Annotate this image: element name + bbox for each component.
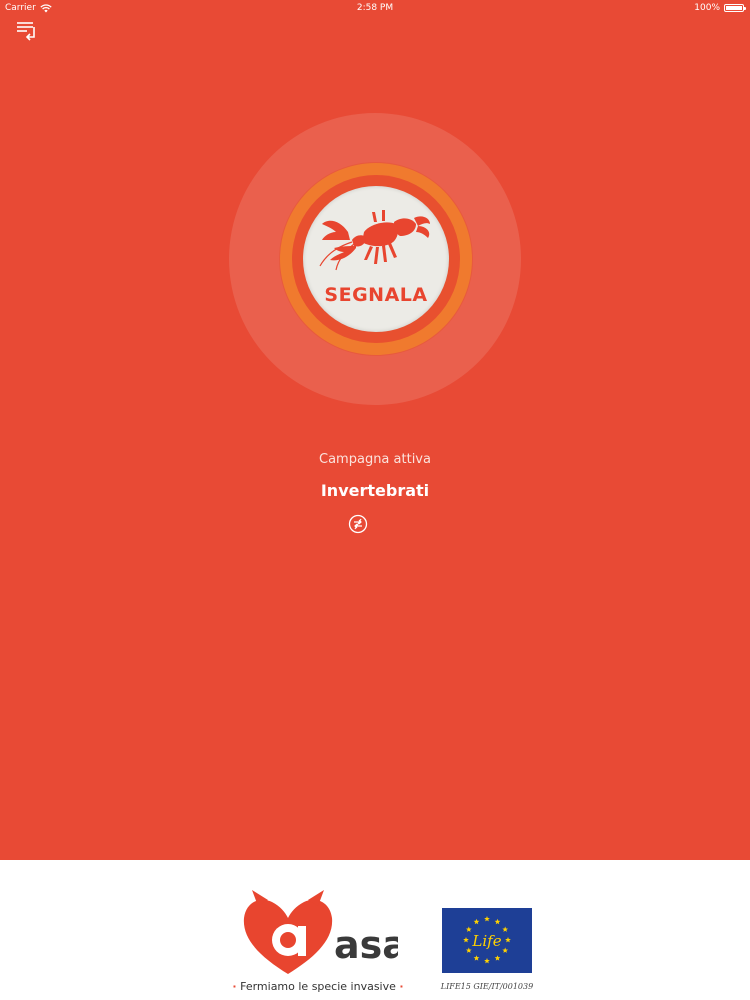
eu-life-logo: Life — [442, 908, 532, 973]
battery-level — [726, 6, 742, 10]
lobster-icon — [319, 210, 430, 271]
switch-campaign-icon — [348, 514, 368, 534]
life-project-code: LIFE15 GIE/IT/001039 — [440, 982, 534, 991]
asap-logo-text: asap — [334, 923, 398, 967]
menu-button[interactable] — [14, 18, 40, 44]
campaign-caption: Campagna attiva — [319, 452, 431, 467]
slogan-dot-left: · — [232, 980, 237, 993]
report-label: SEGNALA — [324, 284, 428, 306]
status-bar: Carrier 2:58 PM 100% — [0, 0, 750, 16]
slogan-text: Fermiamo le specie invasive — [240, 980, 396, 993]
eu-life-text: Life — [471, 932, 501, 950]
battery-icon — [724, 4, 746, 12]
status-right: 100% — [694, 0, 746, 16]
switch-campaign-button[interactable] — [348, 514, 368, 534]
footer: asap · Fermiamo le specie invasive · Lif… — [0, 860, 750, 1000]
report-button[interactable]: SEGNALA — [303, 186, 449, 332]
battery-percent: 100% — [694, 3, 720, 13]
menu-list-icon — [17, 22, 35, 41]
app-screen: Carrier 2:58 PM 100% SEGNALA Campagna at… — [0, 0, 750, 1000]
campaign-name: Invertebrati — [320, 481, 430, 500]
status-time: 2:58 PM — [356, 3, 394, 13]
asap-logo: asap — [243, 890, 398, 974]
slogan: · Fermiamo le specie invasive · — [230, 980, 406, 993]
slogan-dot-right: · — [399, 980, 404, 993]
